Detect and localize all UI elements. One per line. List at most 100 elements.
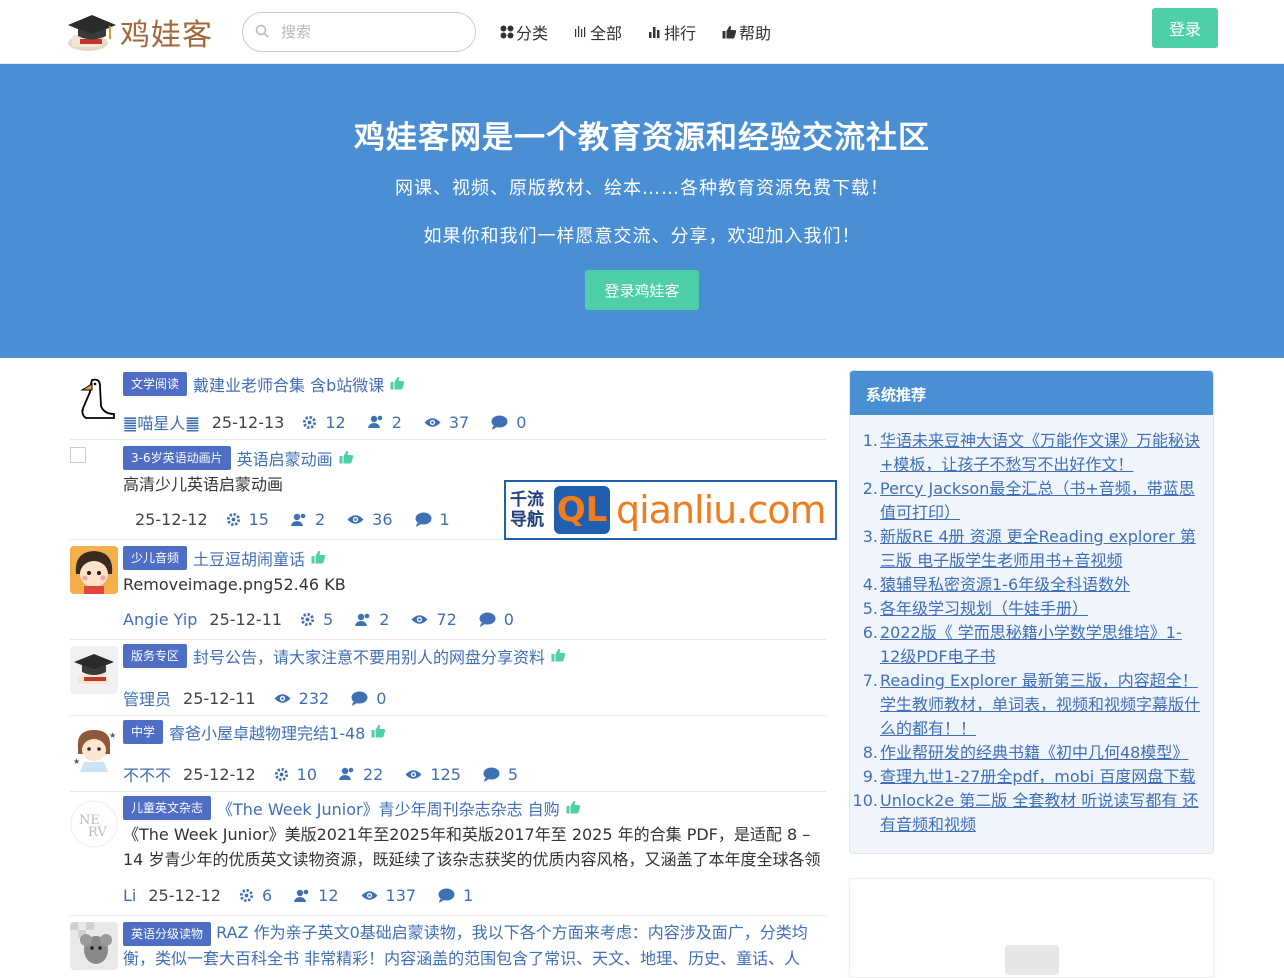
- post-title[interactable]: 英语启蒙动画: [237, 446, 333, 470]
- avatar[interactable]: [70, 646, 118, 694]
- comments-count: 5: [507, 764, 519, 784]
- watermark-cn-text: 千流 导航: [510, 490, 544, 530]
- avatar[interactable]: [70, 374, 118, 422]
- recommend-link[interactable]: 2022版《 学而思秘籍小学数学思维培》1-12级PDF电子书: [878, 621, 1201, 669]
- broken-image-icon[interactable]: [70, 447, 86, 463]
- category-tag[interactable]: 3-6岁英语动画片: [123, 446, 231, 470]
- category-tag[interactable]: 版务专区: [123, 644, 188, 668]
- watermark-ql-badge: QL: [554, 486, 610, 534]
- likes-stat: 5: [300, 610, 333, 629]
- gear-icon: [274, 767, 288, 781]
- post-author[interactable]: Angie Yip: [123, 610, 197, 629]
- recommend-link[interactable]: 各年级学习规划（牛娃手册）: [878, 597, 1088, 621]
- recommend-link[interactable]: Percy Jackson最全汇总（书+音频，带蓝思值可打印）: [878, 477, 1201, 525]
- recommend-panel: 系统推荐 1. 华语未来豆神大语文《万能作文课》万能秘诀+模板，让孩子不愁写不出好…: [849, 370, 1214, 854]
- post-author[interactable]: 管理员: [123, 686, 171, 710]
- post-author[interactable]: 不不不: [123, 762, 171, 786]
- post-date: 25-12-12: [183, 764, 256, 784]
- views-stat: 37: [424, 413, 469, 432]
- likes-count: 10: [296, 764, 317, 784]
- likes-count: 6: [261, 886, 273, 905]
- recommend-link[interactable]: 新版RE 4册 资源 更全Reading explorer 第三版 电子版学生老…: [878, 525, 1201, 573]
- category-tag[interactable]: 少儿音频: [123, 546, 188, 570]
- gear-icon: [303, 415, 317, 429]
- thumbs-up-icon: [722, 25, 737, 39]
- post-date: 25-12-11: [183, 688, 256, 708]
- post-meta: Angie Yip 25-12-11 5 2 72 0: [123, 610, 536, 629]
- recommend-link[interactable]: 作业帮研发的经典书籍《初中几何48模型》: [878, 741, 1188, 765]
- avatar[interactable]: [70, 922, 118, 970]
- category-tag[interactable]: 儿童英文杂志: [123, 796, 212, 820]
- comments-count: 1: [463, 886, 474, 905]
- views-count: 37: [448, 412, 470, 432]
- recommend-item: 9. 查理九世1-27册全pdf，mobi 百度网盘下载: [850, 765, 1201, 789]
- svg-text:★: ★: [73, 757, 80, 766]
- post-title-row: 英语分级读物 RAZ 作为亲子英文0基础启蒙读物，我以下各个方面来考虑：内容涉及…: [123, 920, 823, 971]
- gear-icon: [300, 612, 315, 627]
- views-count: 125: [430, 764, 461, 784]
- post-meta: 管理员 25-12-11 232 0: [123, 686, 408, 710]
- recommend-link[interactable]: 查理九世1-27册全pdf，mobi 百度网盘下载: [878, 765, 1195, 789]
- views-count: 232: [298, 688, 330, 708]
- nav-help[interactable]: 帮助: [722, 20, 771, 44]
- recommend-link[interactable]: 华语未来豆神大语文《万能作文课》万能秘诀+模板，让孩子不愁写不出好作文！: [878, 429, 1201, 477]
- post-title[interactable]: 戴建业老师合集 含b站微课: [193, 372, 384, 396]
- thumbs-up-icon: [311, 549, 326, 568]
- recommend-item: 7. Reading Explorer 最新第三版，内容超全！学生教师教材，单词表…: [850, 669, 1201, 741]
- post-item: ★ ★ 中学 睿爸小屋卓越物理完结1-48 不不不 25-12-12 10 22 …: [70, 716, 826, 792]
- comments-stat: 0: [491, 413, 526, 432]
- post-title[interactable]: 睿爸小屋卓越物理完结1-48: [169, 720, 365, 744]
- search-input[interactable]: [281, 23, 441, 41]
- post-meta: Li 25-12-12 6 12 137 1: [123, 886, 495, 905]
- avatar[interactable]: NE RV: [70, 800, 118, 848]
- thumbs-up-icon: [566, 799, 581, 818]
- thumbs-up-icon: [551, 647, 566, 666]
- nav-links: 分类 全部 排行 帮助: [500, 20, 771, 44]
- post-title[interactable]: 《The Week Junior》青少年周刊杂志杂志 自购: [217, 796, 560, 820]
- login-button[interactable]: 登录: [1152, 8, 1218, 48]
- users-icon: [339, 767, 354, 780]
- views-stat: 72: [411, 610, 457, 629]
- graduation-cap-icon: [66, 11, 118, 53]
- site-logo[interactable]: 鸡娃客: [66, 10, 213, 54]
- avatar[interactable]: [70, 546, 118, 594]
- eye-icon: [405, 769, 422, 779]
- post-date: 25-12-11: [209, 610, 283, 629]
- qianliu-watermark-logo[interactable]: 千流 导航 QL qianliu.com: [504, 480, 837, 540]
- post-title[interactable]: 土豆逗胡闹童话: [193, 546, 305, 570]
- nav-categories-label: 分类: [516, 24, 549, 43]
- post-excerpt: 《The Week Junior》美版2021年至2025年和英版2017年至 …: [123, 825, 821, 869]
- views-count: 72: [436, 610, 457, 629]
- nav-ranking[interactable]: 排行: [648, 20, 696, 44]
- hero-subtitle-2: 如果你和我们一样愿意交流、分享，欢迎加入我们！: [423, 226, 861, 247]
- views-stat: 36: [347, 510, 393, 529]
- nav-categories[interactable]: 分类: [500, 20, 548, 44]
- search-box[interactable]: [242, 12, 476, 52]
- recommend-link[interactable]: Reading Explorer 最新第三版，内容超全！学生教师教材，单词表，视…: [878, 669, 1201, 741]
- category-tag[interactable]: 中学: [123, 720, 164, 744]
- recommend-link[interactable]: 猿辅导私密资源1-6年级全科语数外: [878, 573, 1130, 597]
- avatar[interactable]: ★ ★: [70, 724, 118, 772]
- post-title-row: 版务专区 封号公告，请大家注意不要用别人的网盘分享资料: [123, 644, 566, 668]
- follows-stat: 2: [355, 610, 389, 629]
- post-author[interactable]: Li: [123, 886, 136, 905]
- post-title-row: 儿童英文杂志 《The Week Junior》青少年周刊杂志杂志 自购: [123, 796, 581, 820]
- category-tag[interactable]: 英语分级读物: [123, 922, 212, 946]
- hero-login-button[interactable]: 登录鸡娃客: [585, 270, 699, 310]
- nav-all[interactable]: 全部: [574, 20, 622, 44]
- users-icon: [367, 415, 382, 428]
- comment-icon: [438, 888, 455, 903]
- thumbs-up-icon: [371, 723, 386, 742]
- recommend-item: 5. 各年级学习规划（牛娃手册）: [850, 597, 1201, 621]
- post-title[interactable]: 封号公告，请大家注意不要用别人的网盘分享资料: [193, 644, 545, 668]
- follows-stat: 12: [294, 886, 339, 905]
- post-meta: 不不不 25-12-12 10 22 125 5: [123, 762, 540, 786]
- recommend-item: 2. Percy Jackson最全汇总（书+音频，带蓝思值可打印）: [850, 477, 1201, 525]
- category-tag[interactable]: 文学阅读: [123, 372, 188, 396]
- post-title[interactable]: RAZ 作为亲子英文0基础启蒙读物，我以下各个方面来考虑：内容涉及面广，分类均衡…: [123, 923, 808, 968]
- comment-icon: [351, 691, 368, 706]
- post-author[interactable]: ䷀喵星人䷀: [123, 410, 200, 434]
- post-title-row: 文学阅读 戴建业老师合集 含b站微课: [123, 372, 405, 396]
- recommend-link[interactable]: Unlock2e 第二版 全套教材 听说读写都有 还有音频和视频: [878, 789, 1201, 837]
- hero-banner: 鸡娃客网是一个教育资源和经验交流社区 网课、视频、原版教材、绘本……各种教育资源…: [0, 64, 1284, 358]
